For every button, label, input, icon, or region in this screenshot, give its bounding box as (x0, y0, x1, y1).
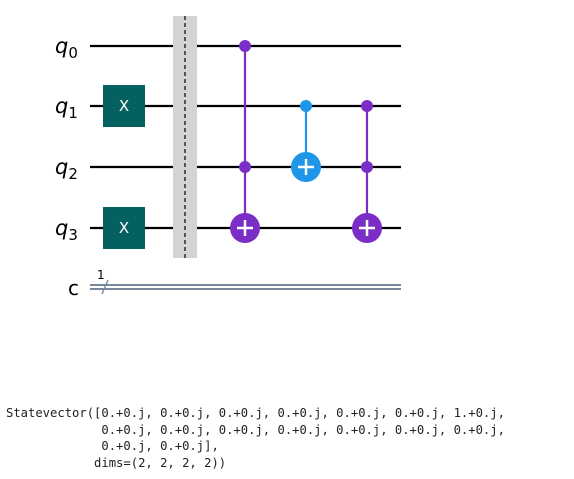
statevector-line: 0.+0.j, 0.+0.j, 0.+0.j, 0.+0.j, 0.+0.j, … (6, 422, 505, 437)
control-dot (239, 161, 251, 173)
classical-register-label: c (68, 276, 79, 300)
control-dot (361, 100, 373, 112)
x-gate-label: X (119, 219, 129, 237)
barrier (173, 16, 197, 258)
quantum-circuit-diagram: XX q0q1q2q3c1 (55, 16, 401, 300)
qubit-label: q0 (55, 34, 78, 62)
qubit-label: q1 (55, 94, 78, 122)
barrier-layer (173, 16, 197, 258)
x-gate-label: X (119, 97, 129, 115)
toffoli-gate (230, 40, 260, 243)
x-gate: X (103, 85, 145, 127)
cnot-gate (291, 100, 321, 182)
x-gate: X (103, 207, 145, 249)
qubit-label: q2 (55, 155, 78, 183)
statevector-line: 0.+0.j, 0.+0.j], (6, 439, 219, 453)
statevector-output: Statevector([0.+0.j, 0.+0.j, 0.+0.j, 0.+… (6, 405, 505, 471)
control-dot (239, 40, 251, 52)
statevector-line: Statevector([0.+0.j, 0.+0.j, 0.+0.j, 0.+… (6, 406, 505, 420)
statevector-line: dims=(2, 2, 2, 2)) (6, 455, 227, 470)
toffoli-gate (352, 100, 382, 243)
control-dot (300, 100, 312, 112)
classical-bit-count: 1 (97, 268, 105, 282)
control-dot (361, 161, 373, 173)
qubit-label: q3 (55, 216, 78, 244)
gates-layer: XX (103, 40, 382, 249)
classical-bus-slash (101, 279, 109, 295)
